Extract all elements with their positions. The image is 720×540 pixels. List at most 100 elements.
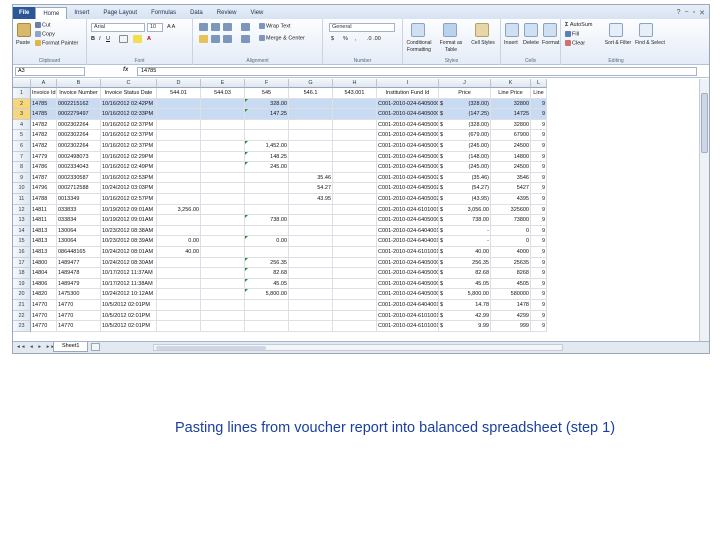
table-cell[interactable] (157, 278, 201, 290)
table-cell[interactable]: 0013349 (57, 194, 101, 205)
table-cell[interactable]: 0002712588 (57, 183, 101, 194)
line-cell[interactable]: 9 (531, 215, 547, 226)
table-cell[interactable]: C001-2010-024-6405000 (377, 141, 439, 152)
table-cell[interactable]: 10/5/2012 02:01PM (101, 300, 157, 311)
table-cell[interactable] (289, 289, 333, 300)
table-cell[interactable] (245, 247, 289, 258)
row-header[interactable]: 22 (13, 310, 31, 322)
line-cell[interactable]: 9 (531, 236, 547, 247)
font-grow-icon[interactable]: A A (167, 24, 175, 31)
table-cell[interactable] (333, 194, 377, 205)
column-header[interactable]: H (333, 79, 377, 88)
table-cell[interactable] (201, 300, 245, 311)
table-cell[interactable] (201, 141, 245, 152)
ribbon-tab-home[interactable]: Home (35, 7, 68, 19)
formula-input[interactable]: 14785 (137, 67, 697, 76)
table-cell[interactable] (289, 321, 333, 332)
table-cell[interactable] (333, 109, 377, 120)
format-table-icon[interactable] (443, 23, 457, 37)
table-cell[interactable] (333, 225, 377, 237)
price-cell[interactable]: $ (147.25) (439, 109, 491, 120)
cell-styles-icon[interactable] (475, 23, 489, 37)
align-top-icon[interactable] (199, 23, 208, 31)
percent-button[interactable]: % (343, 36, 348, 43)
line-price-cell[interactable]: 325600 (491, 204, 531, 216)
table-cell[interactable] (201, 119, 245, 131)
row-header[interactable]: 11 (13, 194, 31, 205)
column-header[interactable]: K (491, 79, 531, 88)
currency-button[interactable]: $ (331, 36, 334, 43)
line-cell[interactable]: 9 (531, 183, 547, 194)
table-cell[interactable] (333, 289, 377, 300)
table-cell[interactable] (289, 98, 333, 110)
find-select-button[interactable]: Find & Select (635, 40, 665, 47)
row-header[interactable]: 23 (13, 321, 31, 332)
price-cell[interactable]: $14.78 (439, 300, 491, 311)
table-cell[interactable] (333, 183, 377, 194)
line-price-cell[interactable]: 24500 (491, 141, 531, 152)
sheet-tab[interactable]: Sheet1 (53, 342, 89, 352)
table-cell[interactable] (333, 257, 377, 269)
table-cell[interactable] (201, 98, 245, 110)
table-cell[interactable]: C001-2010-024-6101001 (377, 310, 439, 322)
table-cell[interactable] (157, 141, 201, 152)
price-cell[interactable]: $9.99 (439, 321, 491, 332)
row-header[interactable]: 4 (13, 119, 31, 131)
line-price-cell[interactable]: 4000 (491, 247, 531, 258)
table-cell[interactable]: C001-2010-024-6405000 (377, 257, 439, 269)
table-cell[interactable]: 10/24/2012 10:12AM (101, 289, 157, 300)
line-price-cell[interactable]: 67900 (491, 130, 531, 141)
table-cell[interactable] (333, 310, 377, 322)
line-price-cell[interactable]: 1478 (491, 300, 531, 311)
restore-icon[interactable]: ▫ (693, 9, 695, 17)
table-cell[interactable]: C001-2010-024-6405002 (377, 194, 439, 205)
price-cell[interactable]: $ - (439, 225, 491, 237)
row-header[interactable]: 12 (13, 204, 31, 216)
line-price-cell[interactable]: 14800 (491, 151, 531, 163)
table-cell[interactable]: 1489478 (57, 268, 101, 279)
row-header[interactable]: 14 (13, 225, 31, 237)
table-cell[interactable] (333, 130, 377, 141)
line-price-cell[interactable]: 580000 (491, 289, 531, 300)
table-cell[interactable]: 130064 (57, 236, 101, 247)
line-cell[interactable]: 9 (531, 172, 547, 184)
fill-button[interactable]: Fill (565, 31, 579, 38)
table-cell[interactable] (157, 268, 201, 279)
table-cell[interactable] (157, 310, 201, 322)
font-name-select[interactable]: Arial (91, 23, 145, 32)
line-cell[interactable]: 9 (531, 130, 547, 141)
font-color-icon[interactable]: A (147, 36, 151, 43)
line-price-cell[interactable]: 0 (491, 225, 531, 237)
table-cell[interactable]: 147.25 (245, 109, 289, 120)
line-price-cell[interactable]: 8268 (491, 268, 531, 279)
price-cell[interactable]: $40.00 (439, 247, 491, 258)
align-bottom-icon[interactable] (223, 23, 232, 31)
table-cell[interactable]: C001-2010-024-6101001 (377, 247, 439, 258)
table-cell[interactable]: C001-2010-024-6405000 (377, 130, 439, 141)
table-cell[interactable] (157, 300, 201, 311)
column-header[interactable]: G (289, 79, 333, 88)
table-cell[interactable]: 14770 (57, 310, 101, 322)
row-header[interactable]: 9 (13, 172, 31, 184)
header-cell[interactable]: Invoice Id (31, 88, 57, 99)
table-cell[interactable]: 14787 (31, 172, 57, 184)
price-cell[interactable]: $3,056.00 (439, 204, 491, 216)
table-cell[interactable]: 10/19/2012 09:01AM (101, 215, 157, 226)
line-cell[interactable]: 9 (531, 321, 547, 332)
table-cell[interactable]: C001-2010-024-6405000 (377, 151, 439, 163)
table-cell[interactable] (157, 172, 201, 184)
table-cell[interactable]: 0002302264 (57, 130, 101, 141)
price-cell[interactable]: $256.35 (439, 257, 491, 269)
price-cell[interactable]: $45.05 (439, 278, 491, 290)
table-cell[interactable]: 10/24/2012 03:03PM (101, 183, 157, 194)
conditional-formatting-icon[interactable] (411, 23, 425, 37)
table-cell[interactable]: C001-2010-024-6405000 (377, 98, 439, 110)
table-cell[interactable]: C001-2010-024-6405000 (377, 268, 439, 279)
table-cell[interactable]: 14811 (31, 215, 57, 226)
table-cell[interactable] (333, 236, 377, 247)
align-right-icon[interactable] (223, 35, 232, 43)
table-cell[interactable]: C001-2010-024-6405000 (377, 119, 439, 131)
table-cell[interactable] (157, 151, 201, 163)
line-cell[interactable]: 9 (531, 151, 547, 163)
format-painter-button[interactable]: Format Painter (35, 40, 78, 47)
